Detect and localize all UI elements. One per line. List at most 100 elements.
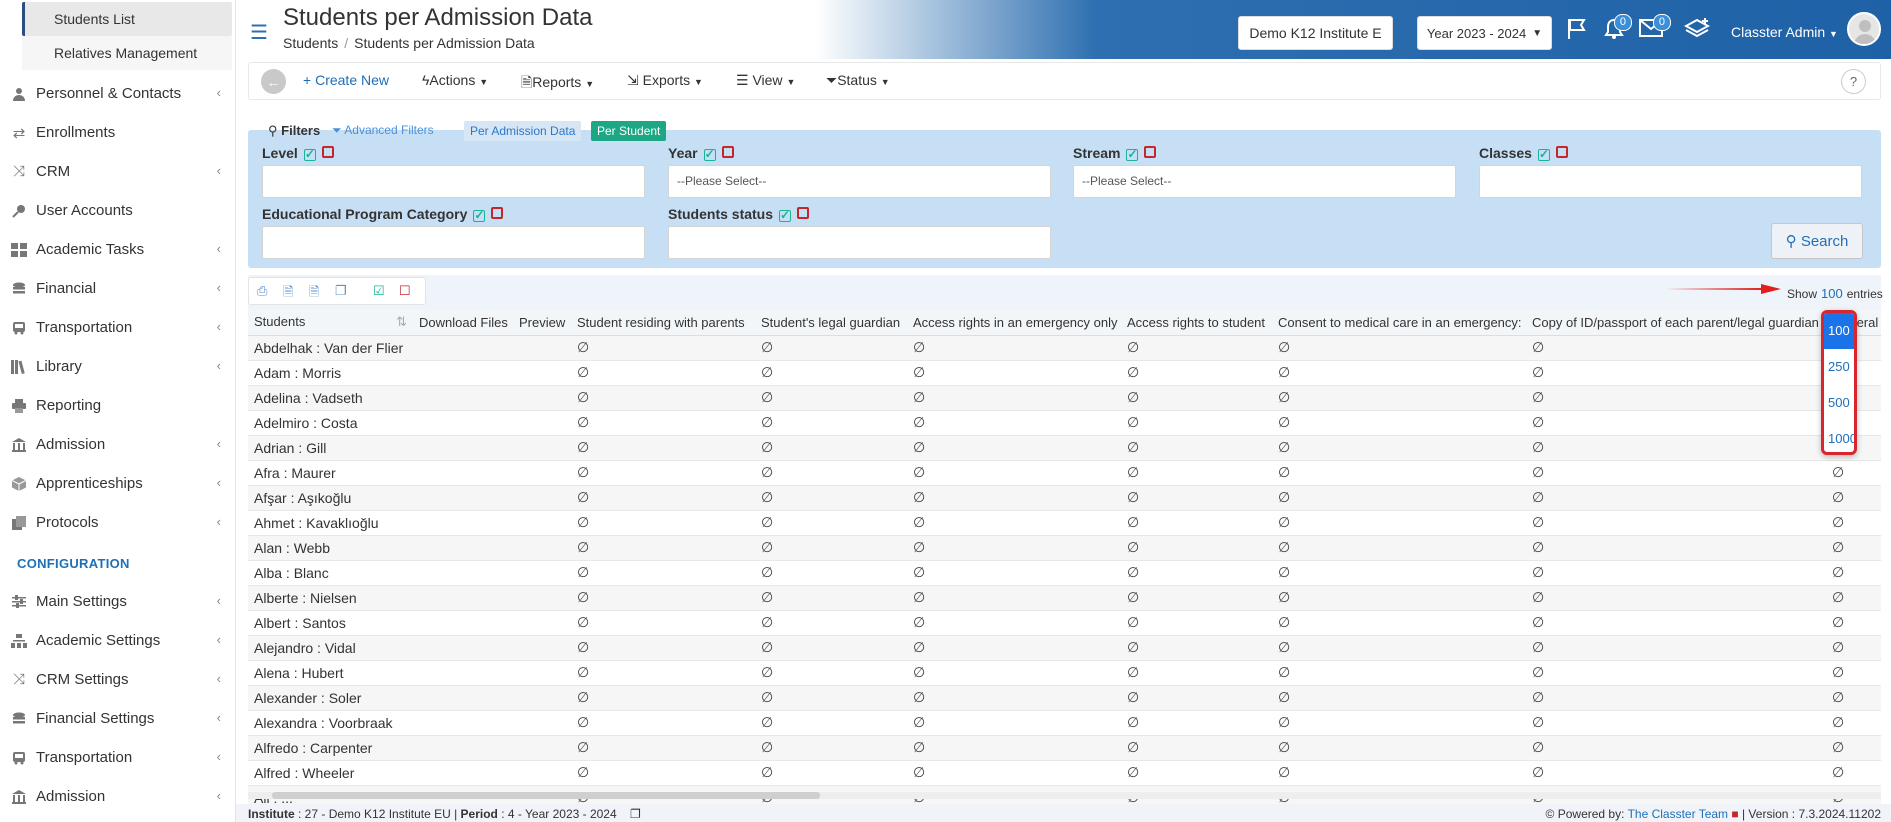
horizontal-scrollbar[interactable] [248,792,1881,799]
hamburger-menu-icon[interactable]: ☰ [250,20,268,45]
excel-icon[interactable]: 🗎 [309,283,319,305]
bell-icon[interactable]: 0 [1604,14,1632,46]
user-menu[interactable]: Classter Admin ▼ [1731,24,1838,40]
page-size-option[interactable]: 250 [1824,349,1854,385]
csv-icon[interactable]: 🗎 [283,283,293,305]
page-size-dropdown[interactable]: 100 250 500 1000 [1821,310,1857,455]
table-row[interactable]: Afra : Maurer ∅ ∅ ∅ ∅ ∅ ∅ ∅ [248,460,1881,486]
sidebar-item-academic-tasks[interactable]: Academic Tasks ‹ [0,230,235,269]
student-name-cell[interactable]: Alena : Hubert [248,660,413,686]
sidebar-item-reporting[interactable]: Reporting [0,386,235,425]
clear-icon[interactable] [491,207,504,219]
select-all-icon[interactable]: ✓ [703,148,716,161]
tab-per-student[interactable]: Per Student [591,121,667,141]
student-name-cell[interactable]: Alexander : Soler [248,685,413,711]
year-field[interactable]: --Please Select-- [668,165,1051,198]
sidebar-item-user-accounts[interactable]: User Accounts [0,191,235,230]
column-header[interactable]: Student's legal guardian [755,310,907,336]
envelope-icon[interactable]: 0 [1639,14,1671,44]
table-row[interactable]: Alan : Webb ∅ ∅ ∅ ∅ ∅ ∅ ∅ [248,535,1881,561]
create-new-button[interactable]: + Create New [303,72,389,88]
advanced-filters-link[interactable]: ⏷ Advanced Filters [332,123,434,138]
deselect-all-icon[interactable]: ☐ [399,283,411,299]
student-name-cell[interactable]: Afra : Maurer [248,460,413,486]
page-size-option[interactable]: 500 [1824,385,1854,421]
column-header[interactable]: Student residing with parents [571,310,755,336]
column-header[interactable]: Copy of ID/passport of each parent/legal… [1526,310,1826,336]
table-row[interactable]: Afşar : Aşıkoğlu ∅ ∅ ∅ ∅ ∅ ∅ ∅ [248,485,1881,511]
clear-icon[interactable] [1144,146,1157,158]
table-row[interactable]: Adam : Morris∅∅∅∅∅∅∅ [248,360,1881,386]
sidebar-item-financial[interactable]: Financial ‹ [0,269,235,308]
sidebar-item-transportation[interactable]: Transportation ‹ [0,308,235,347]
column-header[interactable]: Access rights to student [1121,310,1272,336]
flag-icon[interactable] [1566,18,1588,46]
sidebar-item-main-settings[interactable]: Main Settings ‹ [0,582,235,621]
exports-menu[interactable]: ⇲ Exports ▼ [627,72,703,89]
student-name-cell[interactable]: Alba : Blanc [248,560,413,586]
page-size-select[interactable]: 100 [1821,286,1843,301]
table-row[interactable]: Abdelhak : Van der Flier∅∅∅∅∅∅∅ [248,335,1881,361]
table-row[interactable]: Alba : Blanc ∅ ∅ ∅ ∅ ∅ ∅ ∅ [248,560,1881,586]
table-row[interactable]: Adelmiro : Costa∅∅∅∅∅∅∅ [248,410,1881,436]
clear-icon[interactable] [1555,146,1568,158]
classter-team-link[interactable]: The Classter Team [1628,807,1728,821]
student-name-cell[interactable]: Alfred : Wheeler [248,760,413,786]
student-name-cell[interactable]: Alan : Webb [248,535,413,561]
student-name-cell[interactable]: Adam : Morris [248,360,413,386]
select-all-icon[interactable]: ✓ [1126,148,1139,161]
institute-selector[interactable]: Demo K12 Institute E [1238,16,1393,50]
sidebar-item-enrollments[interactable]: ⇄ Enrollments [0,113,235,152]
student-name-cell[interactable]: Alexandra : Voorbraak [248,710,413,736]
stream-field[interactable]: --Please Select-- [1073,165,1456,198]
table-row[interactable]: Alexander : Soler ∅ ∅ ∅ ∅ ∅ ∅ ∅ [248,685,1881,711]
sidebar-subitem-relatives-management[interactable]: Relatives Management [22,36,232,70]
sidebar-item-apprenticeships[interactable]: Apprenticeships ‹ [0,464,235,503]
clear-icon[interactable] [721,146,734,158]
reports-menu[interactable]: 🗎Reports ▼ [521,72,594,96]
select-all-icon[interactable]: ☑ [373,283,385,299]
table-row[interactable]: Alexandra : Voorbraak ∅ ∅ ∅ ∅ ∅ ∅ ∅ [248,710,1881,736]
student-name-cell[interactable]: Adelmiro : Costa [248,410,413,436]
sidebar-item-library[interactable]: Library ‹ [0,347,235,386]
clear-icon[interactable] [321,146,334,158]
copy-icon[interactable]: ❐ [335,283,347,299]
sidebar-item-financial-settings[interactable]: Financial Settings ‹ [0,699,235,738]
table-row[interactable]: Alejandro : Vidal ∅ ∅ ∅ ∅ ∅ ∅ ∅ [248,635,1881,661]
help-button[interactable]: ? [1841,69,1866,94]
student-name-cell[interactable]: Adrian : Gill [248,435,413,461]
sidebar-item-personnel[interactable]: Personnel & Contacts ‹ [0,74,235,113]
page-size-option[interactable]: 1000 [1824,421,1854,452]
student-name-cell[interactable]: Adelina : Vadseth [248,385,413,411]
table-row[interactable]: Adelina : Vadseth∅∅∅∅∅∅∅ [248,385,1881,411]
column-header[interactable]: Consent to medical care in an emergency: [1272,310,1526,336]
page-size-option[interactable]: 100 [1824,313,1854,349]
classes-field[interactable] [1479,165,1862,198]
table-row[interactable]: Albert : Santos ∅ ∅ ∅ ∅ ∅ ∅ ∅ [248,610,1881,636]
copy-icon[interactable]: ❐ [630,807,641,821]
column-header[interactable]: Preview [513,310,571,336]
sidebar-item-admission-settings[interactable]: Admission ‹ [0,777,235,816]
student-name-cell[interactable]: Alberte : Nielsen [248,585,413,611]
status-menu[interactable]: ⏷Status ▼ [826,72,890,89]
breadcrumb-item-students[interactable]: Students [283,35,338,51]
table-row[interactable]: Alberte : Nielsen ∅ ∅ ∅ ∅ ∅ ∅ ∅ [248,585,1881,611]
scrollbar-thumb[interactable] [272,792,820,799]
student-name-cell[interactable]: Abdelhak : Van der Flier [248,335,413,361]
table-row[interactable]: Ahmet : Kavaklıoğlu ∅ ∅ ∅ ∅ ∅ ∅ ∅ [248,510,1881,536]
year-selector[interactable]: Year 2023 - 2024 ▼ [1417,16,1552,50]
table-row[interactable]: Alfred : Wheeler ∅ ∅ ∅ ∅ ∅ ∅ ∅ [248,760,1881,786]
clear-icon[interactable] [797,207,810,219]
print-icon[interactable]: ⎙ [257,283,267,299]
actions-menu[interactable]: ϟActions ▼ [422,72,488,88]
table-row[interactable]: Alena : Hubert ∅ ∅ ∅ ∅ ∅ ∅ ∅ [248,660,1881,686]
student-name-cell[interactable]: Albert : Santos [248,610,413,636]
table-row[interactable]: Adrian : Gill∅∅∅∅∅∅∅ [248,435,1881,461]
sidebar-item-protocols[interactable]: Protocols ‹ [0,503,235,542]
tab-per-admission-data[interactable]: Per Admission Data [464,121,582,141]
level-field[interactable] [262,165,645,198]
column-header[interactable]: Download Files [413,310,513,336]
sort-icon[interactable]: ⇅ [396,314,407,330]
layers-plus-icon[interactable] [1683,18,1711,46]
view-menu[interactable]: ☰ View ▼ [736,72,795,89]
